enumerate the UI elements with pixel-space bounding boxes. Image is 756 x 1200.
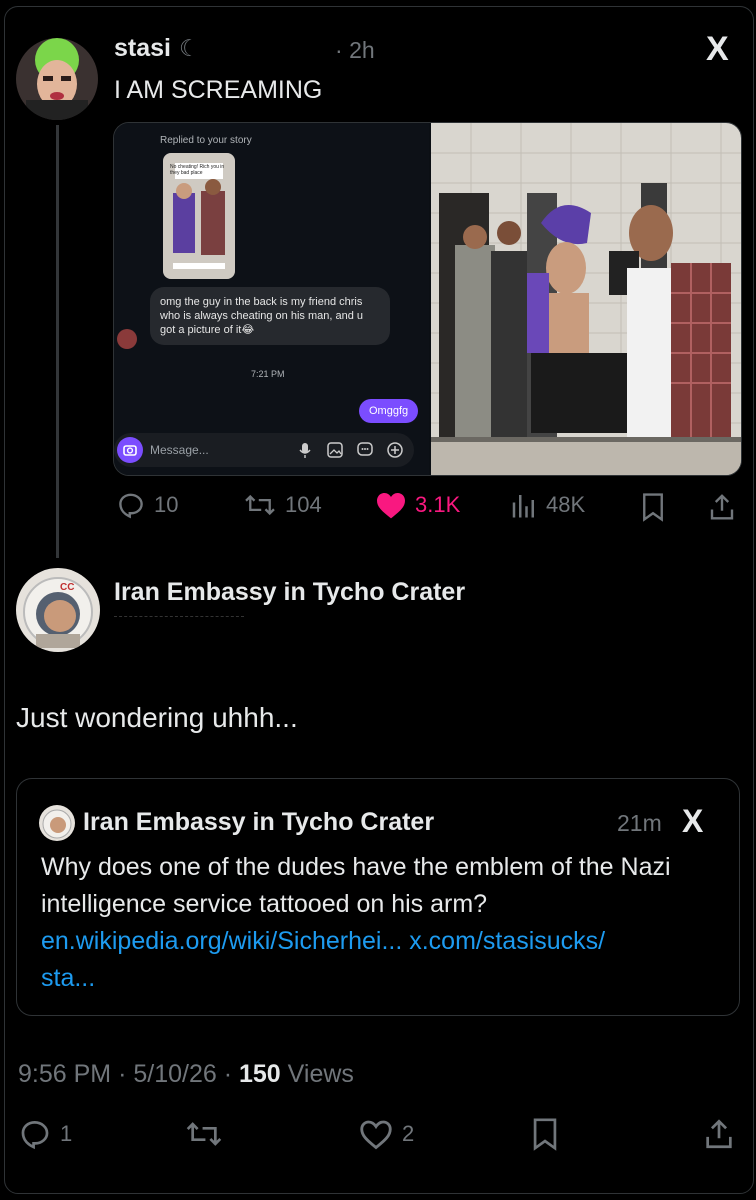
like-button[interactable]: 3.1K (375, 490, 460, 520)
plus-icon (386, 441, 404, 464)
time-separator: · (335, 37, 343, 63)
reply-repost-button[interactable] (184, 1117, 224, 1151)
quote-link-x[interactable]: x.com/stasisucks/ (409, 927, 605, 955)
dm-composer: Message... (114, 433, 414, 467)
mirror-photo (431, 123, 741, 475)
reply-like-count: 2 (402, 1121, 415, 1146)
reply-reply-button[interactable]: 1 (18, 1117, 72, 1151)
dm-avatar (117, 329, 137, 349)
reply-like-button[interactable]: 2 (358, 1117, 414, 1151)
replied-label: Replied to your story (160, 135, 252, 146)
views-button[interactable]: 48K (510, 490, 585, 520)
mic-icon (298, 442, 312, 463)
author-badge: ☾ (178, 35, 200, 61)
outgoing-message: Omggfg (359, 399, 419, 423)
quote-link-wikipedia[interactable]: en.wikipedia.org/wiki/Sicherhei... (41, 927, 402, 955)
views-label: Views (287, 1060, 354, 1088)
repost-icon (245, 494, 275, 516)
reply-share-button[interactable] (702, 1117, 736, 1156)
repost-count: 104 (285, 492, 322, 517)
reply-text: Just wondering uhhh... (16, 702, 298, 733)
repost-button[interactable]: 104 (243, 490, 322, 520)
camera-icon (117, 437, 143, 463)
sticker-icon (356, 441, 374, 464)
repost-icon (186, 1122, 222, 1146)
quote-avatar (39, 805, 75, 841)
reply-icon (119, 493, 143, 519)
reply-reply-count: 1 (60, 1121, 73, 1146)
stasi-avatar[interactable] (16, 38, 98, 120)
tweet-text: I AM SCREAMING (114, 76, 323, 104)
svg-text:CC: CC (60, 582, 74, 593)
reply-count: 10 (154, 492, 179, 517)
quote-time: 21m (617, 810, 662, 836)
heart-icon (377, 493, 405, 519)
bookmark-icon (533, 1118, 557, 1151)
views-count-bold: 150 (239, 1060, 281, 1088)
bookmark-icon (643, 493, 663, 522)
quote-tweet-card[interactable]: Iran Embassy in Tycho Crater 21m X Why d… (16, 778, 740, 1016)
views-icon (512, 495, 534, 518)
footer-sep-2: · (223, 1060, 233, 1088)
reply-bookmark-button[interactable] (530, 1117, 560, 1156)
thread-line (56, 125, 59, 558)
quote-link-continued[interactable]: sta... (41, 964, 95, 992)
bookmark-button[interactable] (640, 492, 666, 527)
share-icon (710, 494, 734, 520)
composer-placeholder: Message... (150, 443, 209, 457)
views-count: 48K (546, 492, 586, 517)
story-caption: No cheating! Rich you in they bad place (170, 164, 225, 176)
post-date[interactable]: 5/10/26 (133, 1060, 216, 1088)
image-icon (326, 441, 344, 464)
reply-handle-redacted (114, 616, 244, 631)
quote-text: Why does one of the dudes have the emble… (41, 853, 671, 918)
share-icon (706, 1119, 732, 1149)
share-button[interactable] (707, 492, 737, 527)
footer-sep-1: · (118, 1060, 127, 1088)
reply-author-name[interactable]: Iran Embassy in Tycho Crater (114, 578, 465, 607)
author-name[interactable]: stasi (114, 34, 171, 63)
dm-timestamp: 7:21 PM (251, 369, 285, 379)
heart-icon (360, 1120, 392, 1150)
x-logo-icon[interactable]: X (706, 30, 729, 69)
reply-icon (21, 1121, 49, 1150)
embassy-avatar[interactable]: CC (16, 568, 100, 652)
reply-button[interactable]: 10 (116, 490, 178, 520)
tweet-time[interactable]: 2h (349, 37, 375, 63)
quote-x-logo-icon: X (682, 803, 704, 839)
post-time[interactable]: 9:56 PM (18, 1060, 111, 1088)
like-count: 3.1K (415, 492, 461, 517)
tweet-media[interactable]: Replied to your story No cheating! Rich … (113, 122, 742, 476)
incoming-message: omg the guy in the back is my friend chr… (150, 287, 390, 345)
dm-screenshot: Replied to your story No cheating! Rich … (114, 123, 429, 475)
quote-author-name: Iran Embassy in Tycho Crater (83, 808, 435, 836)
